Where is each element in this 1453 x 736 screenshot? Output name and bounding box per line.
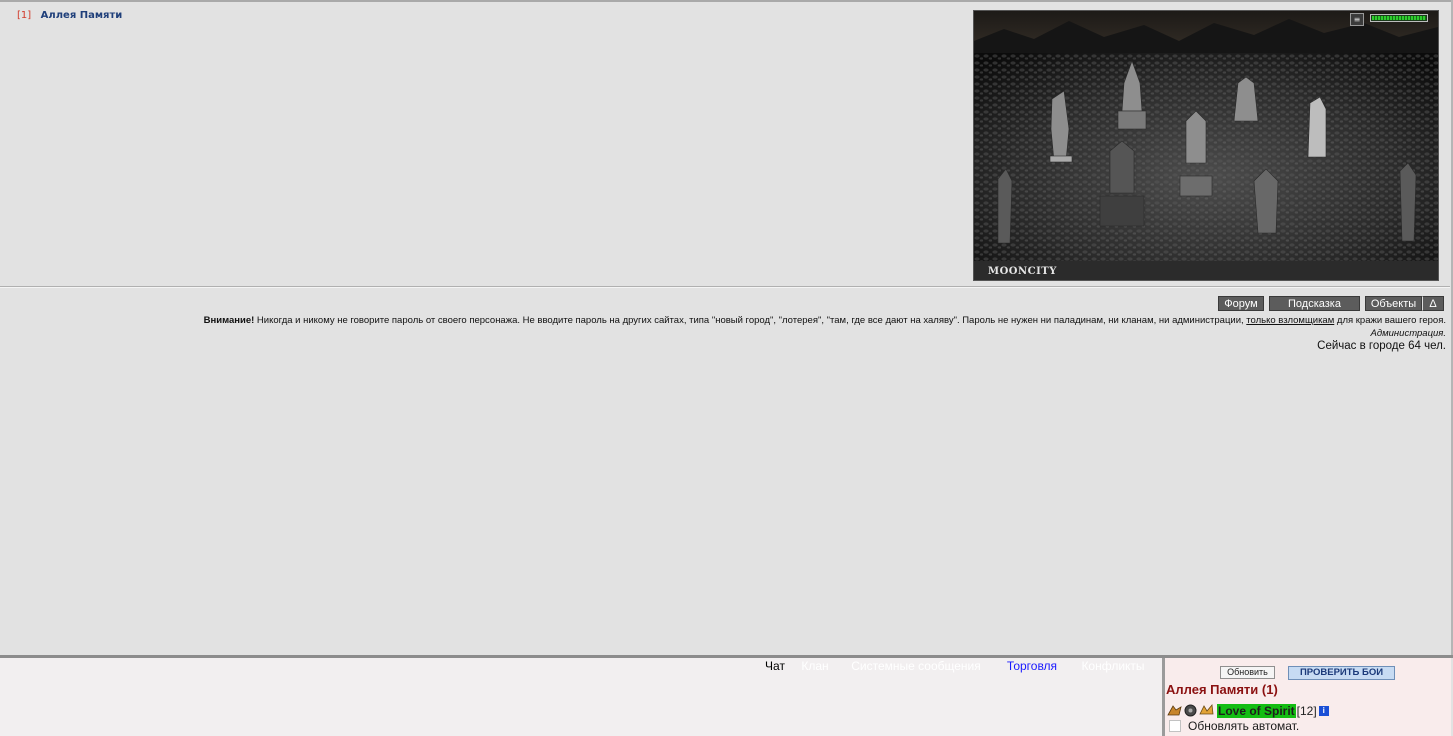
tab-trade[interactable]: Торговля xyxy=(998,658,1066,674)
auto-refresh-checkbox[interactable] xyxy=(1169,720,1181,732)
tab-conflicts-label: Конфликты xyxy=(1081,659,1145,673)
admin-signature: Администрация. xyxy=(1370,328,1446,339)
tab-system-messages-label: Системные сообщения xyxy=(851,659,981,673)
tab-clan-label: Клан xyxy=(801,659,829,673)
check-fights-button[interactable]: ПРОВЕРИТЬ БОИ xyxy=(1288,666,1395,680)
clan-icon[interactable] xyxy=(1199,704,1214,717)
top-border xyxy=(0,0,1453,2)
location-name-link[interactable]: Аллея Памяти xyxy=(41,10,123,21)
scene-logo: MOONCITY xyxy=(988,266,1057,277)
forum-button[interactable]: Форум xyxy=(1218,296,1264,311)
online-count: Сейчас в городе 64 чел. xyxy=(1317,340,1446,352)
hp-bar-fill xyxy=(1372,16,1426,20)
password-warning: Внимание! Никогда и никому не говорите п… xyxy=(96,315,1446,326)
location-scene-image[interactable]: ≡ MOONCITY xyxy=(973,10,1439,281)
hint-button[interactable]: Подсказка xyxy=(1269,296,1360,311)
auto-refresh-row: Обновлять автомат. xyxy=(1169,719,1299,733)
tab-clan[interactable]: Клан xyxy=(796,658,834,674)
tab-trade-label: Торговля xyxy=(1006,659,1058,673)
info-icon[interactable]: i xyxy=(1318,705,1329,716)
location-header: [1] Аллея Памяти xyxy=(17,10,122,21)
warning-text: Никогда и никому не говорите пароль от с… xyxy=(254,315,1247,326)
user-row: Love of Spirit [12] i xyxy=(1167,703,1329,718)
guild-icon[interactable] xyxy=(1167,704,1182,717)
warning-text-end: для кражи вашего героя. xyxy=(1334,315,1446,326)
map-icon[interactable]: ≡ xyxy=(1350,13,1364,26)
user-name[interactable]: Love of Spirit xyxy=(1217,703,1296,718)
tab-chat[interactable]: Чат xyxy=(760,658,790,674)
scene-illustration xyxy=(974,11,1438,280)
hackers-link[interactable]: только взломщикам xyxy=(1246,315,1334,326)
auto-refresh-label: Обновлять автомат. xyxy=(1188,719,1300,733)
tab-conflicts[interactable]: Конфликты xyxy=(1072,658,1154,674)
user-level: [12] xyxy=(1296,703,1317,718)
refresh-button[interactable]: Обновить xyxy=(1220,666,1275,679)
objects-button[interactable]: Объекты xyxy=(1365,296,1422,311)
location-number: [1] xyxy=(17,10,32,21)
room-title: Аллея Памяти (1) xyxy=(1166,682,1278,697)
alignment-icon[interactable] xyxy=(1183,704,1198,717)
tab-system-messages[interactable]: Системные сообщения xyxy=(840,658,992,674)
section-divider xyxy=(0,286,1450,288)
nav-buttons: Форум Подсказка Объекты Δ xyxy=(1218,296,1444,311)
warning-label: Внимание! xyxy=(203,315,255,326)
delta-button[interactable]: Δ xyxy=(1422,296,1444,311)
hp-bar xyxy=(1370,14,1428,22)
tab-chat-label: Чат xyxy=(765,659,785,673)
